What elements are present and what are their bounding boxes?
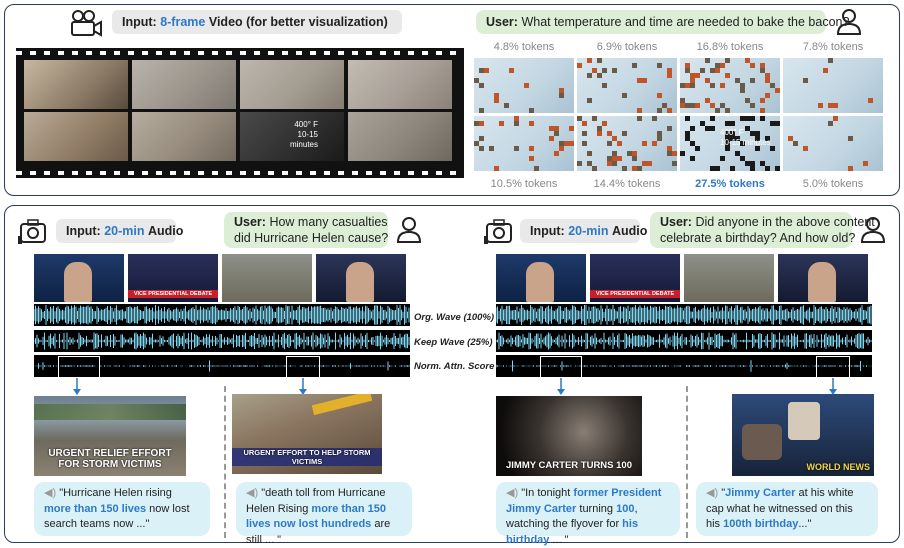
wave-label-attn: Norm. Attn. Score bbox=[414, 361, 495, 372]
down-arrow-icon bbox=[73, 378, 81, 395]
audio-camera-icon bbox=[18, 219, 46, 244]
news-thumbnail bbox=[316, 254, 406, 302]
transcript-quote-right-1: ◀) "In tonight former President Jimmy Ca… bbox=[496, 482, 680, 546]
separator bbox=[686, 386, 688, 538]
retrieved-frame-flood: URGENT RELIEF EFFORT FOR STORM VICTIMS bbox=[34, 396, 186, 476]
token-percentage: 10.5% tokens bbox=[490, 178, 558, 190]
thumb-caption: JIMMY CARTER TURNS 100 bbox=[506, 460, 632, 471]
transcript-quote-left-1: ◀) "Hurricane Helen rising more than 150… bbox=[34, 482, 210, 536]
thumb-caption: URGENT EFFORT TO HELP STORM VICTIMS bbox=[232, 448, 382, 466]
user-icon bbox=[860, 217, 886, 243]
audio-input-label-left: Input: 20-min Audio bbox=[56, 219, 183, 243]
audio-question-right: User: Did anyone in the above content ce… bbox=[650, 212, 875, 248]
token-frame bbox=[474, 58, 574, 113]
speaker-icon: ◀) bbox=[706, 487, 719, 499]
thumb-caption: URGENT RELIEF EFFORT FOR STORM VICTIMS bbox=[48, 448, 172, 470]
transcript-quote-left-2: ◀) "death toll from Hurricane Helen Risi… bbox=[236, 482, 412, 546]
user-icon bbox=[396, 217, 422, 243]
token-frame bbox=[577, 116, 677, 171]
news-thumbnail bbox=[222, 254, 312, 302]
audio-camera-icon bbox=[484, 219, 512, 244]
speaker-icon: ◀) bbox=[44, 487, 57, 499]
waveform-track bbox=[496, 304, 872, 326]
retrieved-frame-studio: WORLD NEWS bbox=[732, 394, 874, 476]
video-question: User: What temperature and time are need… bbox=[476, 10, 849, 34]
wave-label-keep: Keep Wave (25%) bbox=[414, 337, 493, 348]
retrieved-frame-carter: JIMMY CARTER TURNS 100 bbox=[496, 396, 642, 476]
token-percentage: 4.8% tokens bbox=[493, 41, 555, 53]
video-frame bbox=[240, 60, 344, 109]
token-frame bbox=[680, 58, 780, 113]
selection-box bbox=[816, 356, 850, 378]
token-percentage: 16.8% tokens bbox=[696, 41, 764, 53]
video-camera-icon bbox=[71, 10, 102, 37]
token-percentage: 6.9% tokens bbox=[596, 41, 658, 53]
news-banner: VICE PRESIDENTIAL DEBATE bbox=[590, 290, 680, 298]
video-frame bbox=[132, 112, 236, 161]
waveform-track bbox=[34, 330, 410, 352]
token-percentage: 7.8% tokens bbox=[802, 41, 864, 53]
selection-box bbox=[540, 356, 582, 378]
news-thumbnail bbox=[684, 254, 774, 302]
separator bbox=[224, 386, 226, 538]
audio-input-label-right: Input: 20-min Audio bbox=[520, 219, 647, 243]
token-frame bbox=[577, 58, 677, 113]
waveform-track bbox=[34, 304, 410, 326]
token-percentage: 14.4% tokens bbox=[593, 178, 661, 190]
selection-box bbox=[286, 356, 320, 378]
news-thumbnail bbox=[778, 254, 868, 302]
token-percentage: 27.5% tokens bbox=[695, 178, 765, 190]
retrieved-frame-debris: URGENT EFFORT TO HELP STORM VICTIMS bbox=[232, 394, 382, 474]
wave-label-org: Org. Wave (100%) bbox=[414, 312, 495, 323]
video-frame bbox=[348, 112, 452, 161]
news-thumbnail: VICE PRESIDENTIAL DEBATE bbox=[128, 254, 218, 302]
video-input-label: Input: 8-frame Video (for better visuali… bbox=[112, 10, 402, 34]
down-arrow-icon bbox=[557, 378, 565, 395]
token-frame: 400° F 10-15 minutes bbox=[680, 116, 780, 171]
overlay-text: 400° F 10-15 minutes bbox=[720, 128, 771, 147]
user-icon bbox=[836, 9, 862, 35]
speaker-icon: ◀) bbox=[246, 487, 259, 499]
token-frame bbox=[783, 58, 883, 113]
news-thumbnail bbox=[496, 254, 586, 302]
speaker-icon: ◀) bbox=[506, 487, 519, 499]
waveform-track bbox=[496, 330, 872, 352]
token-frame bbox=[783, 116, 883, 171]
news-banner: VICE PRESIDENTIAL DEBATE bbox=[128, 290, 218, 298]
video-frame bbox=[348, 60, 452, 109]
news-thumbnail bbox=[34, 254, 124, 302]
transcript-quote-right-2: ◀) "Jimmy Carter at his white cap what h… bbox=[696, 482, 878, 536]
overlay-text: 400° F 10-15 minutes bbox=[289, 120, 318, 149]
selection-box bbox=[58, 356, 100, 378]
audio-question-left: User: How many casualties did Hurricane … bbox=[224, 212, 388, 248]
video-frame bbox=[24, 60, 128, 109]
token-frame bbox=[474, 116, 574, 171]
video-frame bbox=[24, 112, 128, 161]
video-frame: 400° F 10-15 minutes bbox=[240, 112, 344, 161]
video-frame bbox=[132, 60, 236, 109]
thumb-caption: WORLD NEWS bbox=[806, 462, 871, 472]
token-percentage: 5.0% tokens bbox=[802, 178, 864, 190]
news-thumbnail: VICE PRESIDENTIAL DEBATE bbox=[590, 254, 680, 302]
